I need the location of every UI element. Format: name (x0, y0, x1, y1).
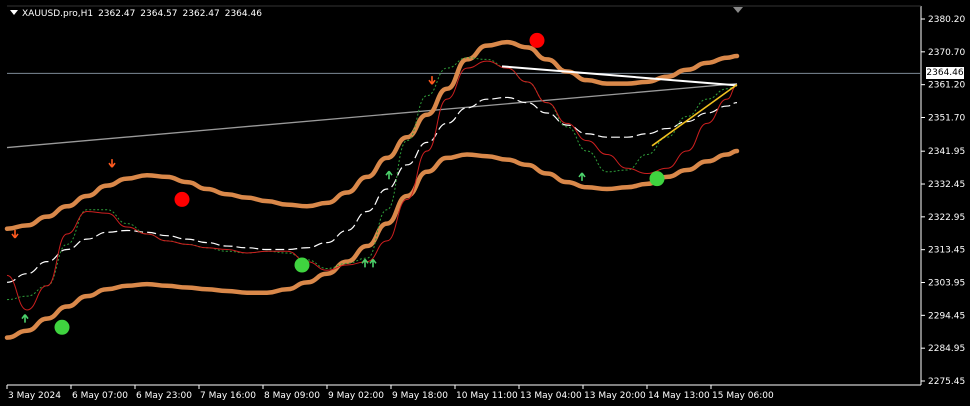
up-arrow-icon (385, 170, 393, 180)
up-arrow-marker (385, 170, 393, 180)
down-arrow-icon (108, 159, 116, 168)
y-tick-label: 2332.45 (928, 180, 965, 190)
y-tick-label: 2370.70 (928, 48, 965, 58)
down-arrow-marker (108, 159, 116, 168)
symbol-label: XAUUSD.pro,H1 (22, 9, 94, 19)
x-tick-label: 13 May 20:00 (584, 391, 646, 401)
buy-signal-dot (649, 171, 665, 187)
y-tick-label: 2380.20 (928, 15, 965, 25)
buy-signal-dot (294, 257, 310, 273)
forecast-line (6, 57, 738, 301)
y-tick-label: 2275.45 (928, 377, 965, 387)
y-tick-label: 2313.45 (928, 246, 965, 256)
x-tick-label: 7 May 16:00 (200, 391, 256, 401)
open-value: 2362.47 (98, 9, 136, 19)
y-tick-label: 2303.95 (928, 279, 965, 289)
down-arrow-marker (428, 76, 436, 85)
close-value: 2364.46 (224, 9, 262, 19)
y-tick-label: 2284.95 (928, 344, 965, 354)
chart-window[interactable]: 2380.20 2370.70 2361.20 2351.70 2341.95 2332.… (0, 0, 970, 406)
symbol-menu-icon[interactable] (10, 10, 18, 15)
buy-signal-dot (54, 319, 70, 335)
up-arrow-marker (21, 314, 29, 323)
x-tick-label: 9 May 18:00 (392, 391, 448, 401)
middle-line (6, 96, 738, 283)
up-arrow-marker (578, 172, 586, 181)
x-tick-label: 3 May 2024 (8, 391, 61, 401)
sell-signal-dot (174, 191, 190, 207)
projection-line (651, 84, 738, 147)
up-arrow-icon (361, 258, 369, 268)
up-arrow-icon (21, 314, 29, 323)
x-tick-label: 9 May 02:00 (328, 391, 384, 401)
up-arrow-marker (361, 258, 369, 268)
down-arrow-icon (428, 76, 436, 85)
up-arrow-icon (578, 172, 586, 181)
chart-svg[interactable]: 2380.20 2370.70 2361.20 2351.70 2341.95 2332.… (0, 0, 970, 406)
x-tick-label: 14 May 13:00 (648, 391, 710, 401)
high-value: 2364.57 (140, 9, 178, 19)
x-tick-label: 6 May 23:00 (136, 391, 192, 401)
sell-signal-dot (529, 32, 545, 48)
y-tick-label: 2294.45 (928, 311, 965, 321)
y-tick-label: 2351.70 (928, 113, 965, 123)
x-tick-label: 8 May 09:00 (264, 391, 320, 401)
chart-header: XAUUSD.pro,H1 2362.47 2364.57 2362.47 2364.4… (10, 9, 267, 19)
x-tick-label: 13 May 04:00 (520, 391, 582, 401)
lower-band-line (4, 148, 740, 340)
x-tick-label: 10 May 11:00 (456, 391, 518, 401)
x-tick-label: 15 May 06:00 (712, 391, 774, 401)
y-tick-label: 2322.95 (928, 213, 965, 223)
current-price-label: 2364.46 (926, 67, 964, 79)
upper-band-line (4, 39, 740, 232)
low-value: 2362.47 (182, 9, 220, 19)
trend-line (6, 82, 738, 149)
chart-shift-icon[interactable] (733, 7, 743, 13)
x-tick-label: 6 May 07:00 (72, 391, 128, 401)
y-tick-label: 2341.95 (928, 147, 965, 157)
y-tick-label: 2361.20 (928, 81, 965, 91)
down-arrow-marker (11, 229, 19, 239)
down-arrow-icon (11, 229, 19, 239)
